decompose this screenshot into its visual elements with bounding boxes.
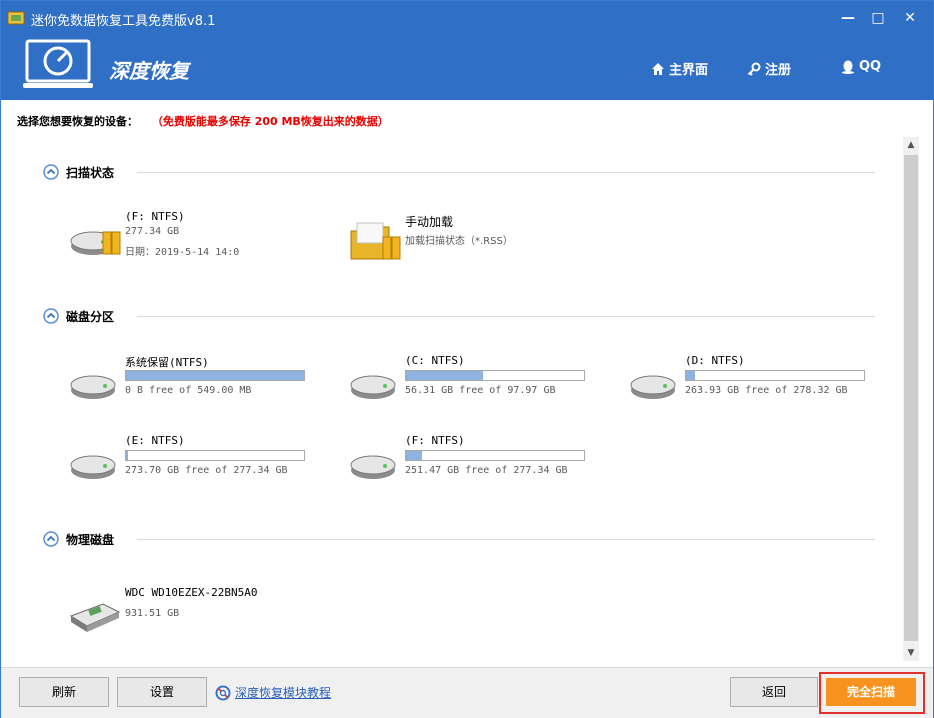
footer-bar: 刷新 设置 深度恢复模块教程 返回 完全扫描 xyxy=(1,667,933,718)
partition-free: 251.47 GB free of 277.34 GB xyxy=(405,465,568,476)
item-name: WDC WD10EZEX-22BN5A0 xyxy=(125,586,258,599)
partition-name: (E: NTFS) xyxy=(125,434,185,447)
drive-icon xyxy=(350,375,396,399)
app-window: 迷你免数据恢复工具免费版v8.1 — □ ✕ 深度恢复 主界面 注册 QQ 选择… xyxy=(0,0,934,718)
nav-home[interactable]: 主界面 xyxy=(651,59,708,78)
collapse-icon[interactable] xyxy=(43,164,59,180)
section-scan-status[interactable]: 扫描状态 xyxy=(43,162,114,182)
usage-bar xyxy=(685,370,865,381)
nav-qq[interactable]: QQ xyxy=(841,59,881,74)
help-link-label: 深度恢复模块教程 xyxy=(235,686,332,700)
scroll-up-arrow[interactable]: ▲ xyxy=(903,137,919,153)
usage-bar-fill xyxy=(406,371,483,380)
partition-item[interactable]: (F: NTFS) 251.47 GB free of 277.34 GB xyxy=(349,434,609,494)
close-button[interactable]: ✕ xyxy=(897,7,923,29)
partition-item[interactable]: 系统保留(NTFS) 0 B free of 549.00 MB xyxy=(69,354,329,414)
settings-button[interactable]: 设置 xyxy=(117,677,207,707)
partition-name: 系统保留(NTFS) xyxy=(125,356,209,369)
nav-register-label: 注册 xyxy=(765,63,792,78)
section-divider xyxy=(137,172,875,173)
drive-icon xyxy=(630,375,676,399)
partition-name: (D: NTFS) xyxy=(685,354,745,367)
partition-name: (F: NTFS) xyxy=(405,434,465,447)
usage-bar xyxy=(125,450,305,461)
partition-item[interactable]: (E: NTFS) 273.70 GB free of 277.34 GB xyxy=(69,434,329,494)
partition-item[interactable]: (D: NTFS) 263.93 GB free of 278.32 GB xyxy=(629,354,889,414)
section-physical-disks[interactable]: 物理磁盘 xyxy=(43,529,114,549)
help-link[interactable]: 深度恢复模块教程 xyxy=(215,684,331,701)
item-size: 277.34 GB xyxy=(125,226,180,237)
header-band: 深度恢复 主界面 注册 QQ xyxy=(1,37,933,100)
nav-register[interactable]: 注册 xyxy=(747,59,791,78)
usage-bar xyxy=(405,370,585,381)
laptop-recovery-icon xyxy=(23,39,93,88)
back-button[interactable]: 返回 xyxy=(730,677,818,707)
vertical-scrollbar[interactable]: ▲ ▼ xyxy=(903,137,919,661)
partition-name: (C: NTFS) xyxy=(405,354,465,367)
drive-icon xyxy=(70,455,116,479)
section-title: 扫描状态 xyxy=(66,165,115,180)
section-title: 物理磁盘 xyxy=(66,532,115,547)
collapse-icon[interactable] xyxy=(43,531,59,547)
partition-item[interactable]: (C: NTFS) 56.31 GB free of 97.97 GB xyxy=(349,354,609,414)
scroll-thumb[interactable] xyxy=(904,155,918,641)
item-name: (F: NTFS) xyxy=(125,210,185,223)
item-name: 手动加载 xyxy=(405,215,454,229)
item-size: 931.51 GB xyxy=(125,608,180,619)
physical-disk-item[interactable]: WDC WD10EZEX-22BN5A0 931.51 GB xyxy=(69,586,329,646)
folder-icon xyxy=(350,222,401,260)
page-title: 深度恢复 xyxy=(109,59,189,83)
collapse-icon[interactable] xyxy=(43,308,59,324)
usage-bar xyxy=(405,450,585,461)
scan-file-item[interactable]: (F: NTFS) 277.34 GB 日期：2019-5-14 14:0 xyxy=(69,210,329,270)
refresh-button[interactable]: 刷新 xyxy=(19,677,109,707)
device-prompt: 选择您想要恢复的设备： （免费版能最多保存 200 MB恢复出来的数据） xyxy=(17,113,389,129)
nav-qq-label: QQ xyxy=(859,59,882,74)
scroll-down-arrow[interactable]: ▼ xyxy=(903,645,919,661)
usage-bar-fill xyxy=(126,451,129,460)
section-divider xyxy=(137,316,875,317)
manual-load-item[interactable]: 手动加载 加载扫描状态（*.RSS） xyxy=(349,213,609,273)
home-icon xyxy=(652,62,664,75)
full-scan-highlight: 完全扫描 xyxy=(819,672,925,714)
qq-icon xyxy=(842,60,854,74)
drive-icon xyxy=(70,375,116,399)
usage-bar xyxy=(125,370,305,381)
usage-bar-fill xyxy=(406,451,423,460)
drive-icon xyxy=(350,455,396,479)
hard-drive-icon xyxy=(70,231,121,255)
device-panel: 扫描状态 (F: NTFS) 277.34 GB 日期：2019-5-14 14… xyxy=(17,137,902,661)
minimize-button[interactable]: — xyxy=(835,7,861,29)
partition-free: 273.70 GB free of 277.34 GB xyxy=(125,465,288,476)
section-title: 磁盘分区 xyxy=(66,309,115,324)
app-icon xyxy=(7,11,25,25)
window-title: 迷你免数据恢复工具免费版v8.1 xyxy=(31,14,216,29)
lifebuoy-icon xyxy=(215,685,231,700)
partition-free: 0 B free of 549.00 MB xyxy=(125,385,252,396)
partition-free: 263.93 GB free of 278.32 GB xyxy=(685,385,848,396)
nav-home-label: 主界面 xyxy=(669,63,709,78)
key-icon xyxy=(747,62,761,76)
usage-bar-fill xyxy=(126,371,304,380)
usage-bar-fill xyxy=(686,371,695,380)
free-limit-note: （免费版能最多保存 200 MB恢复出来的数据） xyxy=(151,115,389,128)
maximize-button[interactable]: □ xyxy=(865,7,891,29)
full-scan-button[interactable]: 完全扫描 xyxy=(826,678,916,706)
item-date: 日期：2019-5-14 14:0 xyxy=(125,247,240,258)
section-partitions[interactable]: 磁盘分区 xyxy=(43,306,114,326)
prompt-text: 选择您想要恢复的设备： xyxy=(17,115,138,128)
title-bar[interactable]: 迷你免数据恢复工具免费版v8.1 — □ ✕ xyxy=(1,1,933,37)
item-desc: 加载扫描状态（*.RSS） xyxy=(405,236,513,247)
partition-free: 56.31 GB free of 97.97 GB xyxy=(405,385,556,396)
physical-disk-icon xyxy=(69,603,121,632)
section-divider xyxy=(137,539,875,540)
